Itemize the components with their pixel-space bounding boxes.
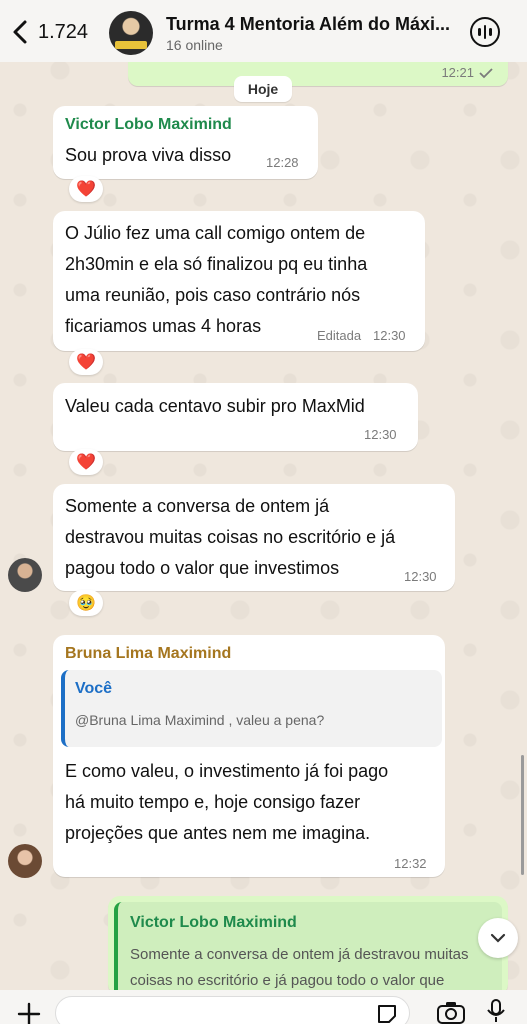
chevron-left-icon bbox=[13, 20, 27, 44]
unread-count: 1.724 bbox=[38, 20, 89, 43]
message-time: 12:30 bbox=[364, 427, 397, 442]
outgoing-message[interactable]: Victor Lobo Maximind Somente a conversa … bbox=[108, 896, 508, 996]
incoming-message[interactable]: Somente a conversa de ontem já destravou… bbox=[53, 484, 455, 591]
voice-chat-icon[interactable] bbox=[470, 17, 500, 47]
reaction-emoji[interactable]: 🥹 bbox=[69, 590, 103, 616]
message-line: O Júlio fez uma call comigo ontem de bbox=[65, 223, 366, 243]
incoming-message[interactable]: O Júlio fez uma call comigo ontem de 2h3… bbox=[53, 211, 425, 351]
message-time: 12:32 bbox=[394, 856, 427, 871]
quoted-reply[interactable]: Victor Lobo Maximind Somente a conversa … bbox=[114, 902, 502, 996]
sender-name: Bruna Lima Maximind bbox=[65, 645, 232, 662]
attach-plus-icon[interactable] bbox=[16, 1001, 42, 1024]
quoted-author: Você bbox=[75, 680, 113, 697]
message-time: 12:30 bbox=[373, 328, 406, 343]
microphone-icon[interactable] bbox=[485, 998, 507, 1024]
reaction-heart[interactable]: ❤️ bbox=[69, 349, 103, 375]
message-line: E como valeu, o investimento já foi pago bbox=[65, 761, 389, 781]
quoted-line: coisas no escritório e já pagou todo o v… bbox=[130, 972, 445, 989]
quoted-line: Somente a conversa de ontem já destravou… bbox=[130, 946, 469, 963]
message-line: destravou muitas coisas no escritório e … bbox=[65, 527, 396, 547]
chat-header: 1.724 Turma 4 Mentoria Além do Máxi... 1… bbox=[0, 0, 527, 62]
message-time: 12:30 bbox=[404, 569, 437, 584]
message-line: 2h30min e ela só finalizou pq eu tinha bbox=[65, 254, 368, 274]
delivered-check-icon bbox=[479, 68, 493, 79]
outgoing-message[interactable]: 12:21 bbox=[128, 60, 508, 86]
reaction-heart[interactable]: ❤️ bbox=[69, 176, 103, 202]
chevron-down-icon bbox=[490, 933, 506, 943]
message-text: Sou prova viva disso bbox=[65, 145, 232, 165]
edited-label: Editada bbox=[317, 328, 362, 343]
quoted-author: Victor Lobo Maximind bbox=[130, 914, 297, 931]
incoming-message[interactable]: Bruna Lima Maximind Você @Bruna Lima Max… bbox=[53, 635, 445, 877]
message-line: ficariamos umas 4 horas bbox=[65, 316, 262, 336]
back-button[interactable]: 1.724 bbox=[10, 18, 88, 46]
chat-title[interactable]: Turma 4 Mentoria Além do Máxi... bbox=[166, 14, 450, 35]
sticker-icon[interactable] bbox=[375, 1002, 399, 1024]
message-time: 12:21 bbox=[441, 65, 474, 80]
message-input[interactable] bbox=[55, 996, 410, 1024]
incoming-message[interactable]: Valeu cada centavo subir pro MaxMid 12:3… bbox=[53, 383, 418, 451]
quoted-reply[interactable]: Você @Bruna Lima Maximind , valeu a pena… bbox=[61, 670, 442, 747]
online-status: 16 online bbox=[166, 37, 223, 53]
message-line: uma reunião, pois caso contrário nós bbox=[65, 285, 361, 305]
message-line: há muito tempo e, hoje consigo fazer bbox=[65, 792, 361, 812]
incoming-message[interactable]: Victor Lobo Maximind Sou prova viva diss… bbox=[53, 106, 318, 179]
avatar[interactable] bbox=[8, 844, 42, 878]
message-line: projeções que antes nem me imagina. bbox=[65, 823, 371, 843]
group-avatar[interactable] bbox=[109, 11, 153, 55]
scroll-to-bottom-button[interactable] bbox=[478, 918, 518, 958]
message-text: Valeu cada centavo subir pro MaxMid bbox=[65, 396, 365, 416]
quoted-text: @Bruna Lima Maximind , valeu a pena? bbox=[75, 712, 325, 728]
message-line: pagou todo o valor que investimos bbox=[65, 558, 340, 578]
scrollbar[interactable] bbox=[521, 755, 524, 875]
message-time: 12:28 bbox=[266, 155, 299, 170]
sender-name: Victor Lobo Maximind bbox=[65, 116, 232, 133]
avatar[interactable] bbox=[8, 558, 42, 592]
date-separator: Hoje bbox=[234, 76, 292, 102]
message-line: Somente a conversa de ontem já bbox=[65, 496, 330, 516]
reaction-heart[interactable]: ❤️ bbox=[69, 449, 103, 475]
camera-icon[interactable] bbox=[436, 1001, 466, 1024]
